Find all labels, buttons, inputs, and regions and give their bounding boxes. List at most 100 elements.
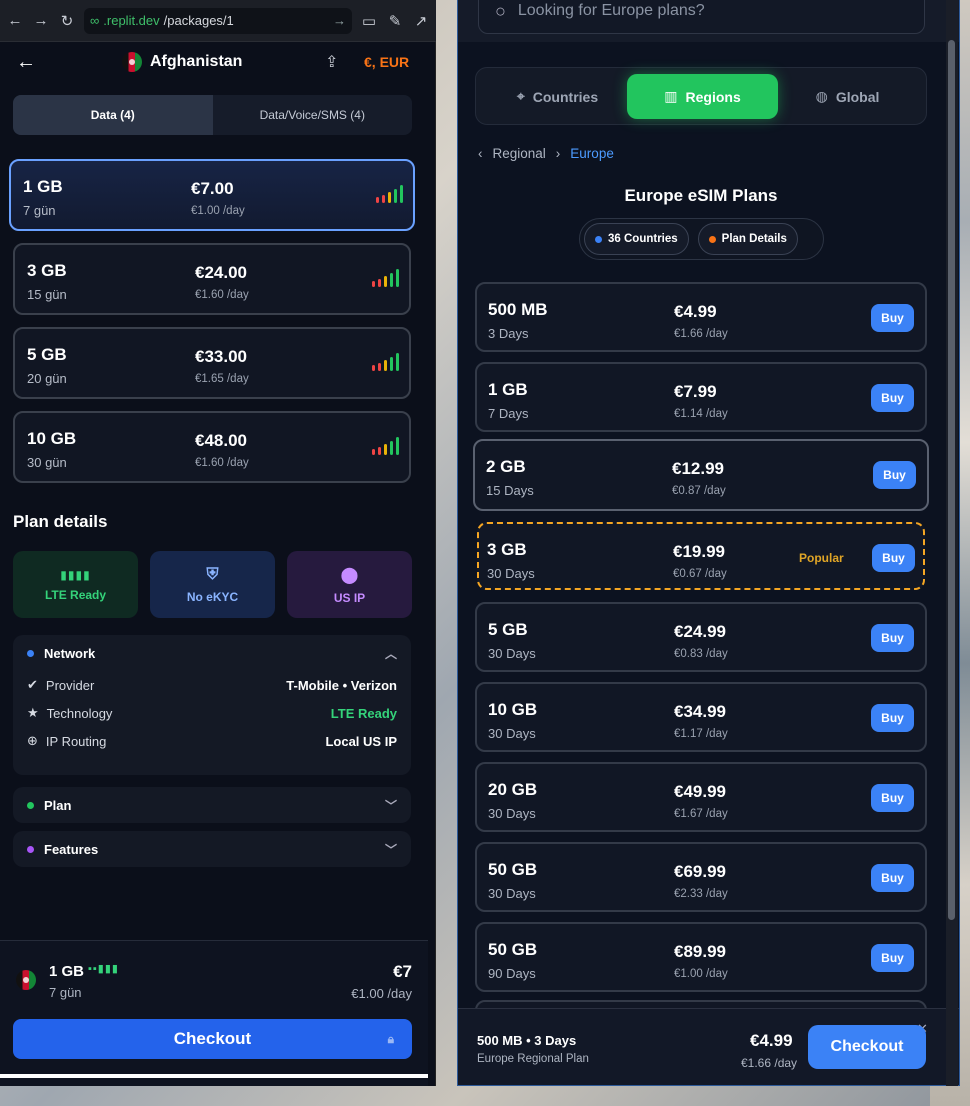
plan-type-tabs: Data (4) Data/Voice/SMS (4) xyxy=(13,95,412,135)
network-row-technology: ★ Technology LTE Ready xyxy=(13,699,411,727)
window-edge xyxy=(0,1074,428,1078)
buy-button[interactable]: Buy xyxy=(873,461,916,489)
go-icon[interactable]: → xyxy=(333,13,346,28)
tab-data-voice-sms[interactable]: Data/Voice/SMS (4) xyxy=(213,95,413,135)
pill-label: Plan Details xyxy=(721,233,787,245)
checkout-button[interactable]: Checkout xyxy=(808,1025,926,1069)
network-accordion-header[interactable]: Network ︿ xyxy=(13,635,411,671)
plan-card[interactable]: 50 GB 90 Days €89.99 €1.00 /day Buy xyxy=(475,922,927,992)
plan-price: €48.00 xyxy=(195,431,247,450)
external-link-icon[interactable]: ↗ xyxy=(412,12,430,30)
plan-card[interactable]: 500 MB 3 Days €4.99 €1.66 /day Buy xyxy=(475,282,927,352)
plan-data: 3 GB xyxy=(27,261,67,280)
location-pin-icon: ⬤ xyxy=(340,566,359,584)
plan-days: 30 gün xyxy=(27,455,67,470)
breadcrumb: ‹ Regional › Europe xyxy=(478,146,614,161)
plan-per-day: €1.60 /day xyxy=(195,457,249,469)
plus-circle-icon: ⊕ xyxy=(27,733,38,748)
network-title: Network xyxy=(44,645,96,661)
back-icon[interactable]: ← xyxy=(6,12,24,30)
features-section-title: Features xyxy=(44,841,99,857)
plan-data: 1 GB xyxy=(23,177,63,196)
reload-icon[interactable]: ↻ xyxy=(58,12,76,30)
breadcrumb-parent[interactable]: Regional xyxy=(493,146,546,161)
buy-button[interactable]: Buy xyxy=(871,704,914,732)
buy-button[interactable]: Buy xyxy=(871,864,914,892)
chevron-down-icon: ﹀ xyxy=(384,842,397,857)
buy-button[interactable]: Buy xyxy=(871,384,914,412)
plan-per-day: €1.66 /day xyxy=(674,328,728,340)
plan-card[interactable]: 5 GB 20 gün €33.00 €1.65 /day xyxy=(13,327,411,399)
summary-price: €7 xyxy=(393,962,412,981)
map-icon: ▥ xyxy=(664,88,678,104)
buy-button[interactable]: Buy xyxy=(871,784,914,812)
popular-badge: Popular xyxy=(799,551,844,565)
lock-icon: 🔒︎ xyxy=(387,1031,394,1046)
plan-card[interactable]: 1 GB 7 Days €7.99 €1.14 /day Buy xyxy=(475,362,927,432)
plan-dot xyxy=(27,801,34,809)
left-summary-bar: 1 GB ▪▪▮▮▮ 7 gün €7 €1.00 /day xyxy=(0,940,428,1086)
plan-details-pill[interactable]: Plan Details xyxy=(697,223,798,255)
plan-price: €4.99 xyxy=(674,302,717,321)
search-input[interactable]: ○ Looking for Europe plans? xyxy=(478,0,925,34)
screen-icon[interactable]: ▭ xyxy=(360,12,378,30)
buy-button[interactable]: Buy xyxy=(871,624,914,652)
wrench-icon[interactable]: ✎ xyxy=(386,12,404,30)
countries-pill[interactable]: 36 Countries xyxy=(584,223,689,255)
buy-button[interactable]: Buy xyxy=(871,304,914,332)
plan-card[interactable]: 2 GB 15 Days €12.99 €0.87 /day Buy xyxy=(473,439,929,511)
scrollbar-thumb[interactable] xyxy=(948,40,955,920)
buy-button[interactable]: Buy xyxy=(871,944,914,972)
plan-card[interactable]: 5 GB 30 Days €24.99 €0.83 /day Buy xyxy=(475,602,927,672)
plan-data: 50 GB xyxy=(488,940,538,959)
country-title: Afghanistan xyxy=(150,53,243,70)
summary-data: 1 GB xyxy=(49,963,85,980)
share-icon[interactable]: ⇪ xyxy=(325,52,338,72)
plan-card[interactable]: 50 GB 30 Days €69.99 €2.33 /day Buy xyxy=(475,842,927,912)
tab-regions[interactable]: ▥ Regions xyxy=(627,74,778,119)
currency-selector[interactable]: €, EUR xyxy=(364,54,409,70)
plan-per-day: €1.00 /day xyxy=(674,968,728,980)
plan-accordion[interactable]: Plan ﹀ xyxy=(13,787,411,823)
features-accordion[interactable]: Features ﹀ xyxy=(13,831,411,867)
plan-per-day: €1.17 /day xyxy=(674,728,728,740)
chevron-left-icon[interactable]: ‹ xyxy=(478,146,483,161)
plan-data: 1 GB xyxy=(488,380,528,399)
plan-per-day: €1.00 /day xyxy=(191,205,245,217)
feature-label: US IP xyxy=(333,590,366,605)
plan-card[interactable]: 20 GB 30 Days €49.99 €1.67 /day Buy xyxy=(475,762,927,832)
feature-label: No eKYC xyxy=(186,589,239,604)
row-label: Provider xyxy=(45,677,95,693)
plan-data: 5 GB xyxy=(27,345,67,364)
plan-card[interactable]: 3 GB 30 Days €19.99 €0.67 /day Popular Buy xyxy=(477,522,925,590)
globe-icon: ◍ xyxy=(815,88,828,104)
plan-card[interactable]: 10 GB 30 gün €48.00 €1.60 /day xyxy=(13,411,411,483)
plan-section-title: Plan xyxy=(44,797,72,813)
plan-card[interactable]: 1 GB 7 gün €7.00 €1.00 /day xyxy=(9,159,415,231)
plan-days: 30 Days xyxy=(488,886,536,901)
feature-lte: ▮▮▮▮ LTE Ready xyxy=(13,551,138,618)
network-accordion: Network ︿ ✔ Provider T-Mobile • Verizon … xyxy=(13,635,411,775)
forward-icon[interactable]: → xyxy=(32,12,50,30)
tab-data[interactable]: Data (4) xyxy=(13,95,213,135)
network-dot xyxy=(27,649,34,657)
plan-price: €24.00 xyxy=(195,263,247,282)
tab-countries[interactable]: ⌖ Countries xyxy=(482,74,633,119)
summary-title: 500 MB • 3 Days xyxy=(477,1033,577,1048)
plan-days: 7 Days xyxy=(488,406,529,421)
buy-button[interactable]: Buy xyxy=(872,544,915,572)
breadcrumb-current: Europe xyxy=(570,146,614,161)
signal-bars-icon xyxy=(372,353,399,371)
plan-days: 15 Days xyxy=(486,483,534,498)
tab-global[interactable]: ◍ Global xyxy=(772,74,923,119)
row-value: T-Mobile • Verizon xyxy=(286,677,397,693)
summary-per-day: €1.00 /day xyxy=(351,986,412,1001)
plan-card[interactable]: 10 GB 30 Days €34.99 €1.17 /day Buy xyxy=(475,682,927,752)
address-bar[interactable]: ∞ .replit.dev/packages/1 → xyxy=(84,7,352,34)
plan-data: 10 GB xyxy=(27,429,77,448)
checkout-button[interactable]: Checkout 🔒︎ xyxy=(13,1019,412,1059)
plan-price: €19.99 xyxy=(673,542,725,561)
back-arrow-icon[interactable]: ← xyxy=(16,51,36,74)
chevron-right-icon: › xyxy=(555,146,561,161)
plan-card[interactable]: 3 GB 15 gün €24.00 €1.60 /day xyxy=(13,243,411,315)
